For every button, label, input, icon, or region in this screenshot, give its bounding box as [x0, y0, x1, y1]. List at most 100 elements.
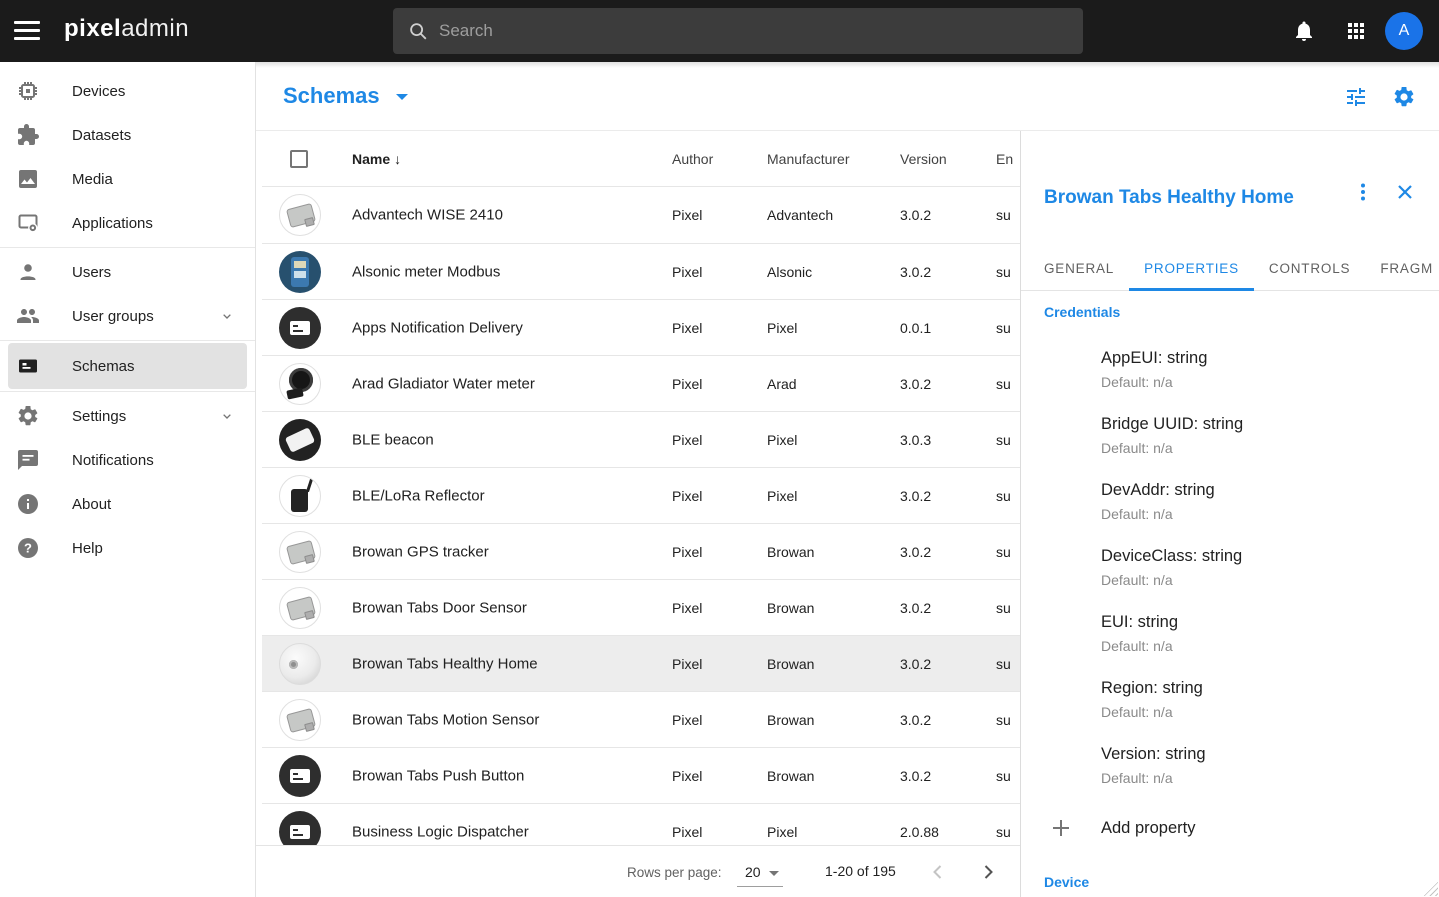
- property-item[interactable]: AppEUI: string Default: n/a: [1101, 348, 1417, 391]
- sidebar-divider: [0, 340, 255, 341]
- table-row[interactable]: Browan Tabs Door Sensor Pixel Browan 3.0…: [262, 579, 1020, 635]
- table-row-selected[interactable]: Browan Tabs Healthy Home Pixel Browan 3.…: [262, 635, 1020, 691]
- application-window-gear-icon: [16, 211, 40, 235]
- sidebar-item-schemas[interactable]: Schemas: [8, 343, 247, 389]
- tab-controls[interactable]: CONTROLS: [1254, 247, 1365, 291]
- column-header-author[interactable]: Author: [672, 151, 713, 167]
- property-item[interactable]: EUI: string Default: n/a: [1101, 612, 1417, 655]
- page-title-dropdown[interactable]: Schemas: [283, 83, 408, 109]
- row-enabled: su: [996, 207, 1011, 223]
- row-author: Pixel: [672, 600, 702, 616]
- schemas-table: Name↓ Author Manufacturer Version En Adv…: [262, 131, 1020, 845]
- detail-panel: Browan Tabs Healthy Home GENERAL PROPERT…: [1020, 131, 1439, 897]
- table-row[interactable]: BLE beacon Pixel Pixel 3.0.3 su: [262, 411, 1020, 467]
- sidebar-item-about[interactable]: About: [0, 482, 255, 526]
- column-header-version[interactable]: Version: [900, 151, 947, 167]
- table-row[interactable]: Browan GPS tracker Pixel Browan 3.0.2 su: [262, 523, 1020, 579]
- search-bar[interactable]: [393, 8, 1083, 54]
- sidebar-divider: [0, 247, 255, 248]
- table-row[interactable]: Advantech WISE 2410 Pixel Advantech 3.0.…: [262, 187, 1020, 243]
- device-thumbnail-icon: [279, 251, 321, 293]
- row-version: 2.0.88: [900, 824, 939, 840]
- table-row[interactable]: Browan Tabs Motion Sensor Pixel Browan 3…: [262, 691, 1020, 747]
- sidebar-item-label: Settings: [72, 408, 126, 425]
- settings-gear-icon[interactable]: [1392, 85, 1416, 109]
- help-icon: ?: [16, 536, 40, 560]
- row-enabled: su: [996, 768, 1011, 784]
- row-enabled: su: [996, 600, 1011, 616]
- column-header-manufacturer[interactable]: Manufacturer: [767, 151, 849, 167]
- row-manufacturer: Advantech: [767, 207, 833, 223]
- sidebar-item-users[interactable]: Users: [0, 250, 255, 294]
- property-item[interactable]: DevAddr: string Default: n/a: [1101, 480, 1417, 523]
- rows-per-page-select[interactable]: 20: [737, 861, 783, 887]
- row-manufacturer: Pixel: [767, 488, 797, 504]
- sidebar-item-notifications[interactable]: Notifications: [0, 438, 255, 482]
- apps-grid-icon[interactable]: [1344, 19, 1368, 43]
- row-name: Apps Notification Delivery: [352, 319, 523, 336]
- row-version: 3.0.2: [900, 768, 931, 784]
- search-input[interactable]: [439, 21, 1069, 41]
- chip-icon: [16, 79, 40, 103]
- sidebar-item-applications[interactable]: Applications: [0, 201, 255, 245]
- pagination-range: 1-20 of 195: [825, 863, 896, 879]
- property-item[interactable]: Bridge UUID: string Default: n/a: [1101, 414, 1417, 457]
- sidebar-item-label: Applications: [72, 215, 153, 232]
- row-author: Pixel: [672, 712, 702, 728]
- sidebar-item-datasets[interactable]: Datasets: [0, 113, 255, 157]
- row-enabled: su: [996, 432, 1011, 448]
- row-enabled: su: [996, 320, 1011, 336]
- sidebar-item-user-groups[interactable]: User groups: [0, 294, 255, 338]
- row-enabled: su: [996, 824, 1011, 840]
- caret-down-icon: [769, 871, 779, 876]
- table-row[interactable]: Apps Notification Delivery Pixel Pixel 0…: [262, 299, 1020, 355]
- property-item[interactable]: Version: string Default: n/a: [1101, 744, 1417, 787]
- top-app-bar: pixeladmin A: [0, 0, 1439, 62]
- property-item[interactable]: Region: string Default: n/a: [1101, 678, 1417, 721]
- tab-fragments[interactable]: FRAGM: [1365, 247, 1439, 291]
- next-page-icon[interactable]: [976, 860, 1000, 884]
- row-enabled: su: [996, 264, 1011, 280]
- chat-bubble-icon: [16, 448, 40, 472]
- filter-tune-icon[interactable]: [1344, 85, 1368, 109]
- column-header-name[interactable]: Name↓: [352, 151, 401, 167]
- add-property-button[interactable]: Add property: [1044, 816, 1417, 840]
- sidebar-item-label: Help: [72, 540, 103, 557]
- device-thumbnail-icon: [279, 531, 321, 573]
- kebab-menu-icon[interactable]: [1351, 180, 1375, 204]
- sidebar-item-help[interactable]: ? Help: [0, 526, 255, 570]
- column-header-enabled[interactable]: En: [996, 151, 1013, 167]
- row-version: 3.0.2: [900, 376, 931, 392]
- row-name: Business Logic Dispatcher: [352, 823, 529, 840]
- row-name: Browan GPS tracker: [352, 543, 489, 560]
- select-all-checkbox[interactable]: [290, 150, 308, 168]
- tab-general[interactable]: GENERAL: [1029, 247, 1129, 291]
- table-row[interactable]: Browan Tabs Push Button Pixel Browan 3.0…: [262, 747, 1020, 803]
- tab-properties[interactable]: PROPERTIES: [1129, 247, 1254, 291]
- property-item[interactable]: DeviceClass: string Default: n/a: [1101, 546, 1417, 589]
- user-avatar[interactable]: A: [1385, 12, 1423, 50]
- previous-page-icon[interactable]: [926, 860, 950, 884]
- row-manufacturer: Browan: [767, 656, 814, 672]
- notifications-bell-icon[interactable]: [1292, 19, 1316, 43]
- table-row[interactable]: Alsonic meter Modbus Pixel Alsonic 3.0.2…: [262, 243, 1020, 299]
- row-manufacturer: Browan: [767, 712, 814, 728]
- hamburger-menu-icon[interactable]: [14, 21, 40, 41]
- table-row[interactable]: Arad Gladiator Water meter Pixel Arad 3.…: [262, 355, 1020, 411]
- sidebar-nav: Devices Datasets Media Applications User…: [0, 62, 256, 897]
- close-icon[interactable]: [1393, 180, 1417, 204]
- title-bar: Schemas: [256, 62, 1439, 131]
- sidebar-item-devices[interactable]: Devices: [0, 69, 255, 113]
- sidebar-item-settings[interactable]: Settings: [0, 394, 255, 438]
- puzzle-icon: [16, 123, 40, 147]
- table-row[interactable]: BLE/LoRa Reflector Pixel Pixel 3.0.2 su: [262, 467, 1020, 523]
- sidebar-item-label: Media: [72, 171, 113, 188]
- sidebar-item-media[interactable]: Media: [0, 157, 255, 201]
- table-row[interactable]: Business Logic Dispatcher Pixel Pixel 2.…: [262, 803, 1020, 845]
- row-enabled: su: [996, 544, 1011, 560]
- chevron-down-icon: [219, 308, 235, 324]
- row-manufacturer: Pixel: [767, 824, 797, 840]
- people-icon: [16, 304, 40, 328]
- device-thumbnail-icon: [279, 811, 321, 846]
- sidebar-divider: [0, 391, 255, 392]
